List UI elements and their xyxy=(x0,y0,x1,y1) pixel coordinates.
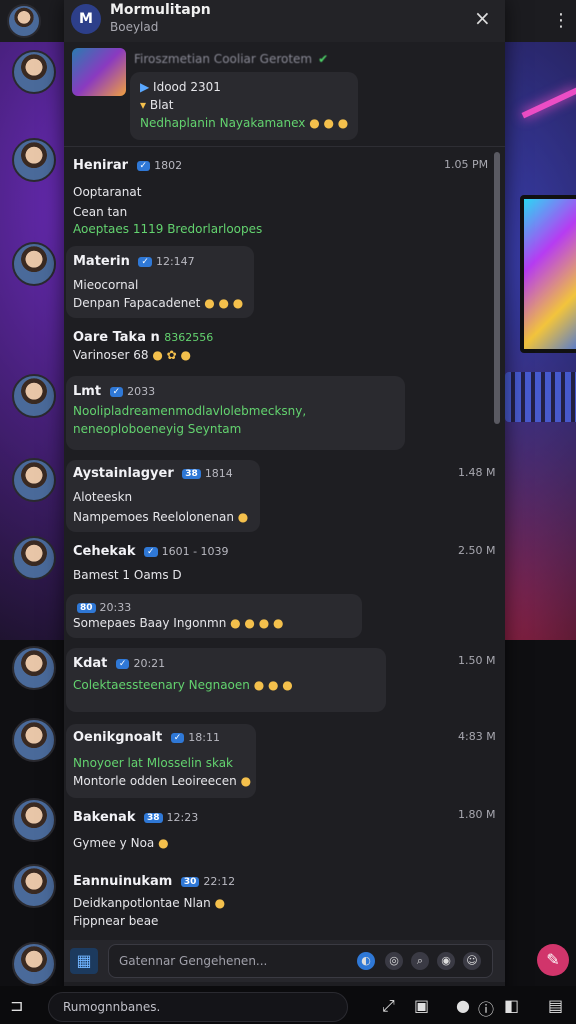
search-icon[interactable]: ⌕ xyxy=(411,952,429,970)
bottom-search-input[interactable]: Rumognnbanes. xyxy=(48,992,348,1022)
message-author[interactable]: Eannuinukam 30 22:12 xyxy=(73,874,235,889)
message-time: 1.50 M xyxy=(458,654,496,667)
send-button[interactable]: ✎ xyxy=(537,944,569,976)
avatar[interactable] xyxy=(12,718,56,762)
message-line: Somepaes Baay Ingonmn ● ● ● ● xyxy=(73,616,284,630)
message-author[interactable]: Kdat ✓ 20:21 xyxy=(73,656,165,671)
message-author[interactable]: Lmt ✓ 2033 xyxy=(73,384,155,399)
pinned-line2: Blat xyxy=(149,98,174,112)
avatar[interactable] xyxy=(12,864,56,908)
info-icon[interactable]: ● xyxy=(456,996,470,1015)
message-line: Gymee y Noa ● xyxy=(73,836,169,850)
message-author[interactable]: Oare Taka n 8362556 xyxy=(73,330,213,345)
pinned-line3: Nedhaplanin Nayakamanex xyxy=(140,116,306,130)
pinned-line1: Idood 2301 xyxy=(153,80,221,94)
message-author[interactable]: Oenikgnoalt ✓ 18:11 xyxy=(73,730,220,745)
layout-icon[interactable]: ▤ xyxy=(548,996,563,1015)
avatar[interactable] xyxy=(12,458,56,502)
avatar[interactable] xyxy=(12,50,56,94)
copy-icon[interactable]: ▣ xyxy=(414,996,429,1015)
message-line: Mieocornal xyxy=(73,278,139,292)
conversation-panel: M Mormulitapn Boeylad × Firoszmetian Coo… xyxy=(64,0,505,1024)
pinned-bubble: ▶ Idood 2301 ▾ Blat Nedhaplanin Nayakama… xyxy=(130,72,358,140)
message-input[interactable]: Gatennar Gengehenen... ◐ ◎ ⌕ ◉ ☺ xyxy=(108,944,493,978)
message-line: Colektaessteenary Negnaoen ● ● ● xyxy=(73,678,293,692)
message-line: neneoploboeneyig Seyntam xyxy=(73,422,242,436)
message-line: Varinoser 68 ● ✿ ● xyxy=(73,348,191,362)
message-time: 1.05 PM xyxy=(444,158,489,171)
message-line: Aoeptaes 1119 Bredorlarloopes xyxy=(73,222,263,236)
pinned-header: Firoszmetian Cooliar Gerotem ✔ xyxy=(134,52,329,66)
group-logo-icon[interactable]: M xyxy=(71,4,101,34)
message-author[interactable]: Cehekak ✓ 1601 - 1039 xyxy=(73,544,229,559)
chart-icon[interactable]: ⤢ xyxy=(382,996,395,1016)
avatar[interactable] xyxy=(12,138,56,182)
avatar[interactable] xyxy=(12,242,56,286)
message-line: Ooptaranat xyxy=(73,185,142,199)
avatar[interactable] xyxy=(12,374,56,418)
message-line: Noolipladreamenmodlavlolebmecksny, xyxy=(73,404,307,418)
page-subtitle: Boeylad xyxy=(110,20,159,34)
message-time: 2.50 M xyxy=(458,544,496,557)
apps-grid-icon[interactable]: ▦ xyxy=(70,948,98,974)
message-line: Fippnear beae xyxy=(73,914,159,928)
bottom-search-placeholder: Rumognnbanes. xyxy=(63,1000,161,1014)
message-author[interactable]: Materin ✓ 12:147 xyxy=(73,254,195,269)
avatar[interactable] xyxy=(12,942,56,986)
bottom-bar: ⊐ Rumognnbanes. ⤢ ▣ ● ⓘ ◧ ▤ xyxy=(0,986,576,1024)
message-author[interactable]: Bakenak 38 12:23 xyxy=(73,810,198,825)
avatar[interactable] xyxy=(12,536,56,580)
emoji-icon[interactable]: ☺ xyxy=(463,952,481,970)
attach-icon[interactable]: ◎ xyxy=(385,952,403,970)
close-icon[interactable]: × xyxy=(474,6,491,30)
composer-bar: ▦ Gatennar Gengehenen... ◐ ◎ ⌕ ◉ ☺ xyxy=(64,940,505,982)
camera-icon[interactable]: ◉ xyxy=(437,952,455,970)
avatar[interactable] xyxy=(12,798,56,842)
app-logo-icon[interactable]: ⊐ xyxy=(10,996,23,1015)
message-time: 1.80 M xyxy=(458,808,496,821)
pinned-thumbnail xyxy=(72,48,126,96)
message-author[interactable]: Henirar ✓ 1802 xyxy=(73,158,182,173)
chat-list xyxy=(0,0,64,1024)
message-line: Nnoyoer lat Mlosselin skak xyxy=(73,756,234,770)
avatar[interactable] xyxy=(7,4,41,38)
more-options-icon[interactable]: ⋮ xyxy=(552,10,570,31)
message-time: 1.48 M xyxy=(458,466,496,479)
message-time: 4:83 M xyxy=(458,730,496,743)
panel-header: M Mormulitapn Boeylad × xyxy=(64,0,505,42)
message-line: Montorle odden Leoireecen ● xyxy=(73,774,252,788)
monitor-graphic xyxy=(520,195,576,353)
pinned-message[interactable]: Firoszmetian Cooliar Gerotem ✔ ▶ Idood 23… xyxy=(64,42,505,147)
message-line: Cean tan xyxy=(73,205,128,219)
scrollbar[interactable] xyxy=(494,152,500,424)
message-line: Deidkanpotlontae Nlan ● xyxy=(73,896,226,910)
message-line: Aloteeskn xyxy=(73,490,133,504)
split-view-icon[interactable]: ◧ xyxy=(504,996,519,1015)
page-title: Mormulitapn xyxy=(110,2,211,18)
sticker-icon[interactable]: ◐ xyxy=(357,952,375,970)
message-line: Denpan Fapacadenet ● ● ● xyxy=(73,296,244,310)
message-input-placeholder: Gatennar Gengehenen... xyxy=(119,954,268,968)
message-author[interactable]: Aystainlagyer 38 1814 xyxy=(73,466,233,481)
avatar[interactable] xyxy=(12,646,56,690)
message-line: Nampemoes Reelolonenan ● xyxy=(73,510,249,524)
message-line: Bamest 1 Oams D xyxy=(73,568,182,582)
neon-light xyxy=(521,87,576,119)
message-stamp: 80 20:33 xyxy=(73,600,131,614)
status-icon[interactable]: ⓘ xyxy=(478,996,494,1020)
keyboard-graphic xyxy=(505,372,576,422)
